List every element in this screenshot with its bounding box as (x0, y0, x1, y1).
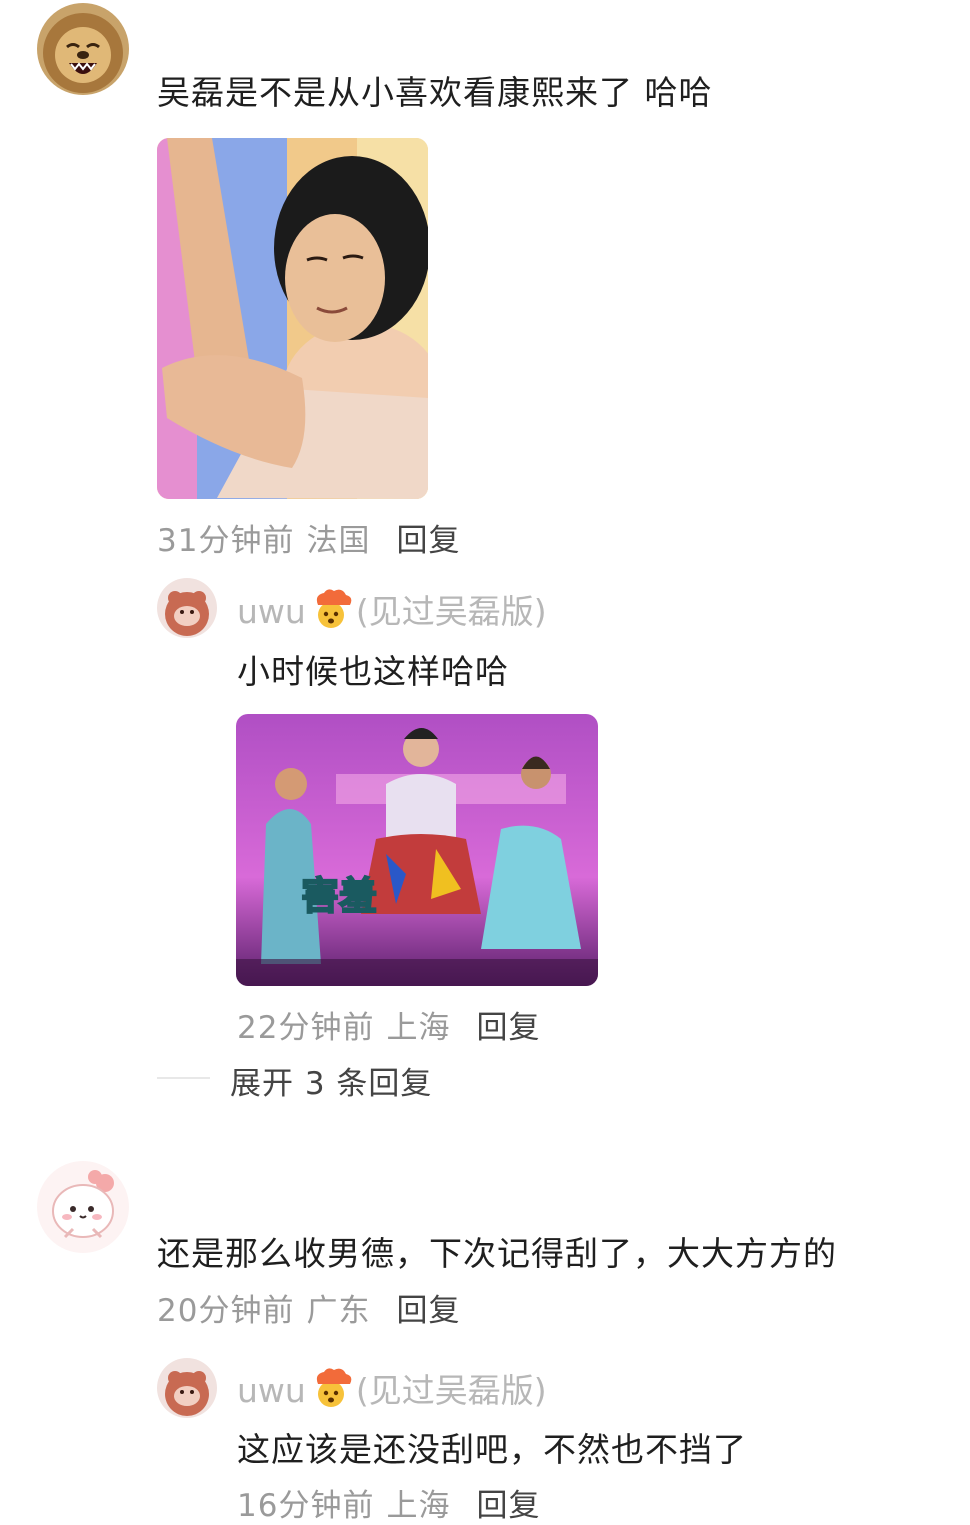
comment-meta: 20分钟前 广东 回复 (157, 1285, 460, 1330)
reply-user-badge: (见过吴磊版) (355, 592, 547, 631)
reply-location: 上海 (386, 1488, 451, 1524)
reply-username[interactable]: uwu (237, 1371, 306, 1410)
comment-location: 法国 (306, 523, 371, 559)
reply-username-row: uwu (见过吴磊版) (237, 1364, 547, 1416)
bear-avatar-image (157, 578, 217, 638)
reply-user-avatar[interactable] (157, 1358, 217, 1418)
reply-button[interactable]: 回复 (396, 523, 460, 559)
reply-button[interactable]: 回复 (396, 1293, 460, 1329)
reply-location: 上海 (386, 1010, 451, 1046)
reply-meta: 16分钟前 上海 回复 (237, 1480, 540, 1525)
reply-username[interactable]: uwu (237, 592, 306, 631)
exploding-head-icon (308, 1368, 354, 1416)
comment-text: 还是那么收男德，下次记得刮了，大大方方的 (157, 1234, 837, 1273)
bear-avatar-image (157, 1358, 217, 1418)
reply-photo: 害羞 (236, 714, 598, 986)
reply-user-badge: (见过吴磊版) (355, 1371, 547, 1410)
reply-username-row: uwu (见过吴磊版) (237, 585, 547, 637)
reply-text: 小时候也这样哈哈 (237, 652, 509, 691)
reply-button[interactable]: 回复 (476, 1010, 540, 1046)
exploding-head-icon (308, 589, 354, 637)
reply-image-caption: 害羞 (301, 874, 377, 918)
comment-location: 广东 (306, 1293, 371, 1329)
comment-text: 吴磊是不是从小喜欢看康熙来了 哈哈 (157, 73, 713, 112)
comment-photo (157, 138, 428, 499)
commenter-avatar-lion[interactable] (37, 3, 129, 95)
reply-meta: 22分钟前 上海 回复 (237, 1002, 540, 1047)
cute-creature-avatar (37, 1161, 129, 1253)
reply-button[interactable]: 回复 (476, 1488, 540, 1524)
lion-avatar-image (37, 3, 129, 95)
reply-time: 22分钟前 (237, 1010, 375, 1046)
comment-time: 20分钟前 (157, 1293, 295, 1329)
commenter-avatar-cute[interactable] (37, 1161, 129, 1253)
reply-user-avatar[interactable] (157, 578, 217, 638)
expand-divider (157, 1077, 210, 1079)
reply-time: 16分钟前 (237, 1488, 375, 1524)
comment-time: 31分钟前 (157, 523, 295, 559)
comment-meta: 31分钟前 法国 回复 (157, 515, 460, 560)
reply-text: 这应该是还没刮吧，不然也不挡了 (237, 1430, 747, 1469)
expand-replies-button[interactable]: 展开 3 条回复 (230, 1058, 432, 1103)
reply-image[interactable]: 害羞 (236, 714, 598, 986)
comment-image[interactable] (157, 138, 428, 499)
